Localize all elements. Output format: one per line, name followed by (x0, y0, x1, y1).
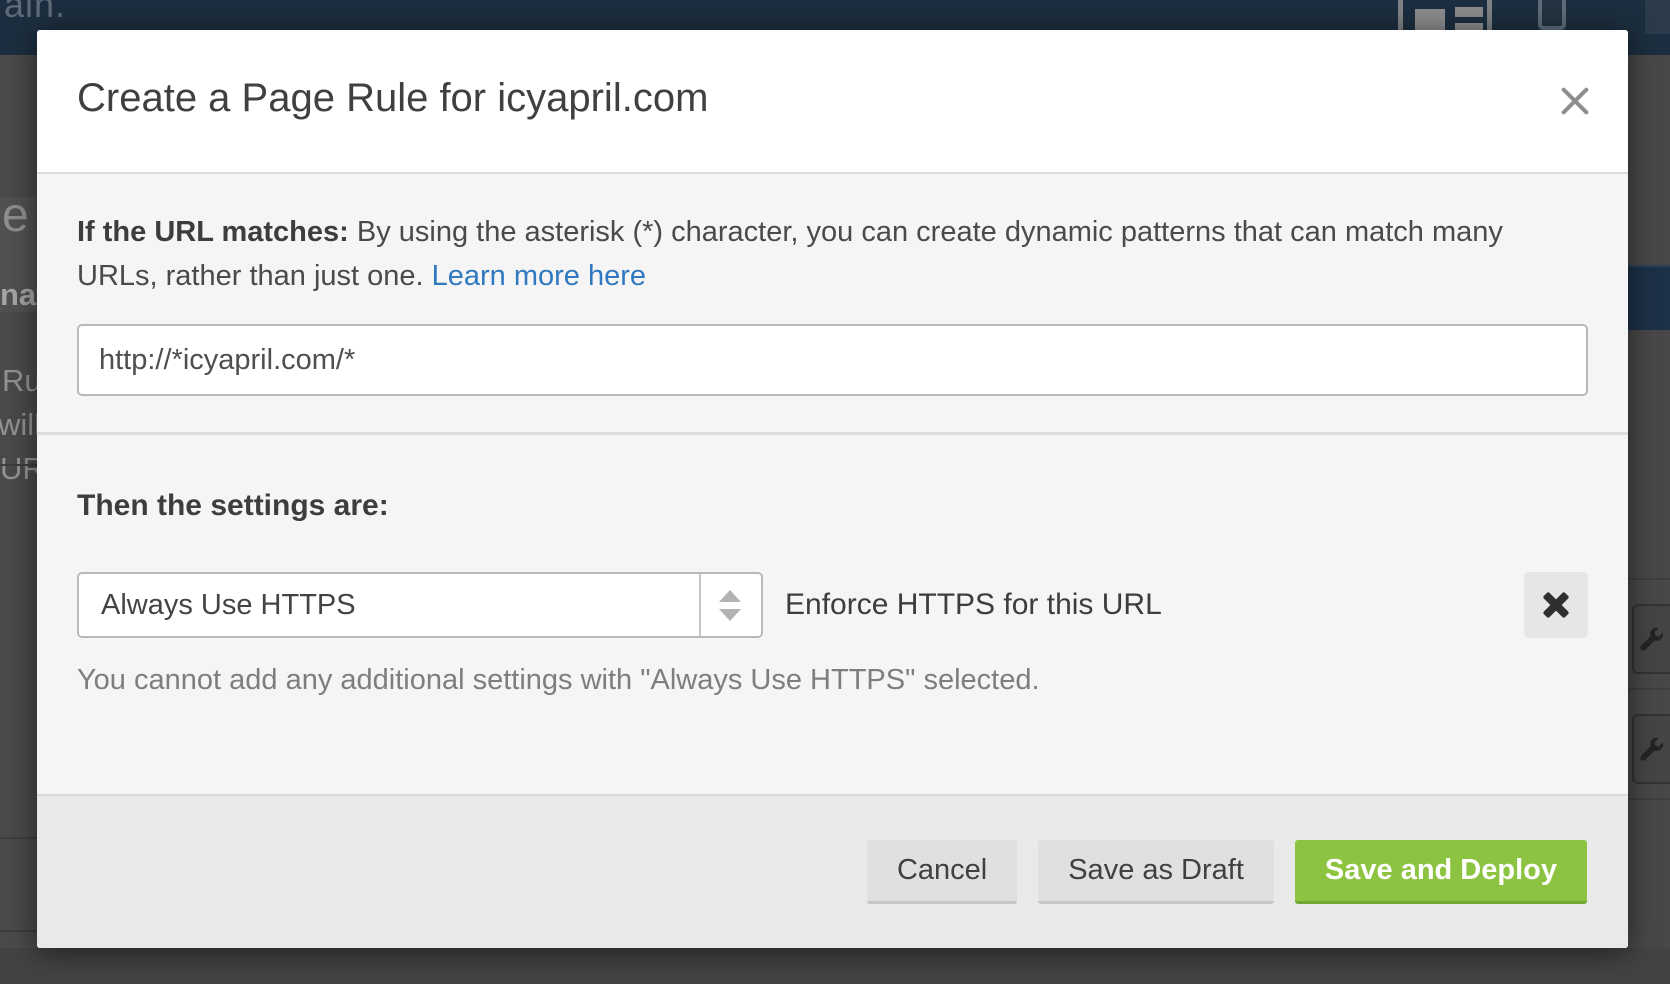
dialog-footer: Cancel Save as Draft Save and Deploy (37, 794, 1628, 948)
setting-description: Enforce HTTPS for this URL (785, 588, 1162, 622)
dialog-header: Create a Page Rule for icyapril.com (37, 30, 1628, 174)
wrench-icon (1639, 626, 1665, 652)
background-edit-rule-button (1632, 714, 1670, 784)
dialog-title: Create a Page Rule for icyapril.com (77, 76, 708, 121)
background-edit-rule-button (1632, 604, 1670, 674)
notification-icon (1538, 0, 1566, 30)
background-text-fragment: Ru (2, 363, 37, 399)
setting-row: Always Use HTTPS Enforce HTTPS for this … (77, 572, 1588, 638)
cancel-button[interactable]: Cancel (867, 840, 1017, 904)
remove-setting-button[interactable] (1524, 572, 1588, 638)
save-as-draft-button[interactable]: Save as Draft (1038, 840, 1274, 904)
dialog-body: If the URL matches: By using the asteris… (37, 174, 1628, 794)
background-domain-text: ain. (4, 0, 66, 26)
background-right-edge (1628, 55, 1670, 984)
save-and-deploy-button[interactable]: Save and Deploy (1295, 840, 1587, 904)
setting-select[interactable]: Always Use HTTPS (77, 572, 763, 638)
url-match-description: If the URL matches: By using the asteris… (77, 210, 1547, 298)
url-pattern-input[interactable] (77, 324, 1588, 396)
settings-heading: Then the settings are: (77, 489, 1588, 523)
chevron-up-down-icon (715, 574, 745, 636)
wrench-icon (1639, 736, 1665, 762)
section-divider (37, 432, 1628, 435)
close-icon[interactable] (1556, 82, 1594, 120)
setting-select-value: Always Use HTTPS (79, 589, 356, 622)
background-text-fragment: nav (0, 277, 37, 313)
background-left-edge: e nav Ru will UR (0, 55, 37, 984)
background-text-fragment: e (2, 188, 29, 243)
background-text-fragment: will (0, 407, 37, 443)
background-text-fragment: UR (0, 451, 37, 487)
screen: ain. e nav Ru will UR (0, 0, 1670, 984)
learn-more-link[interactable]: Learn more here (432, 260, 646, 292)
create-page-rule-dialog: Create a Page Rule for icyapril.com If t… (37, 30, 1628, 948)
top-bar-corner-fragment (1645, 0, 1670, 34)
url-match-label: If the URL matches: (77, 216, 349, 248)
settings-note: You cannot add any additional settings w… (77, 664, 1588, 697)
background-blue-button-fragment (1628, 265, 1670, 330)
background-bottom-edge (0, 948, 1670, 984)
